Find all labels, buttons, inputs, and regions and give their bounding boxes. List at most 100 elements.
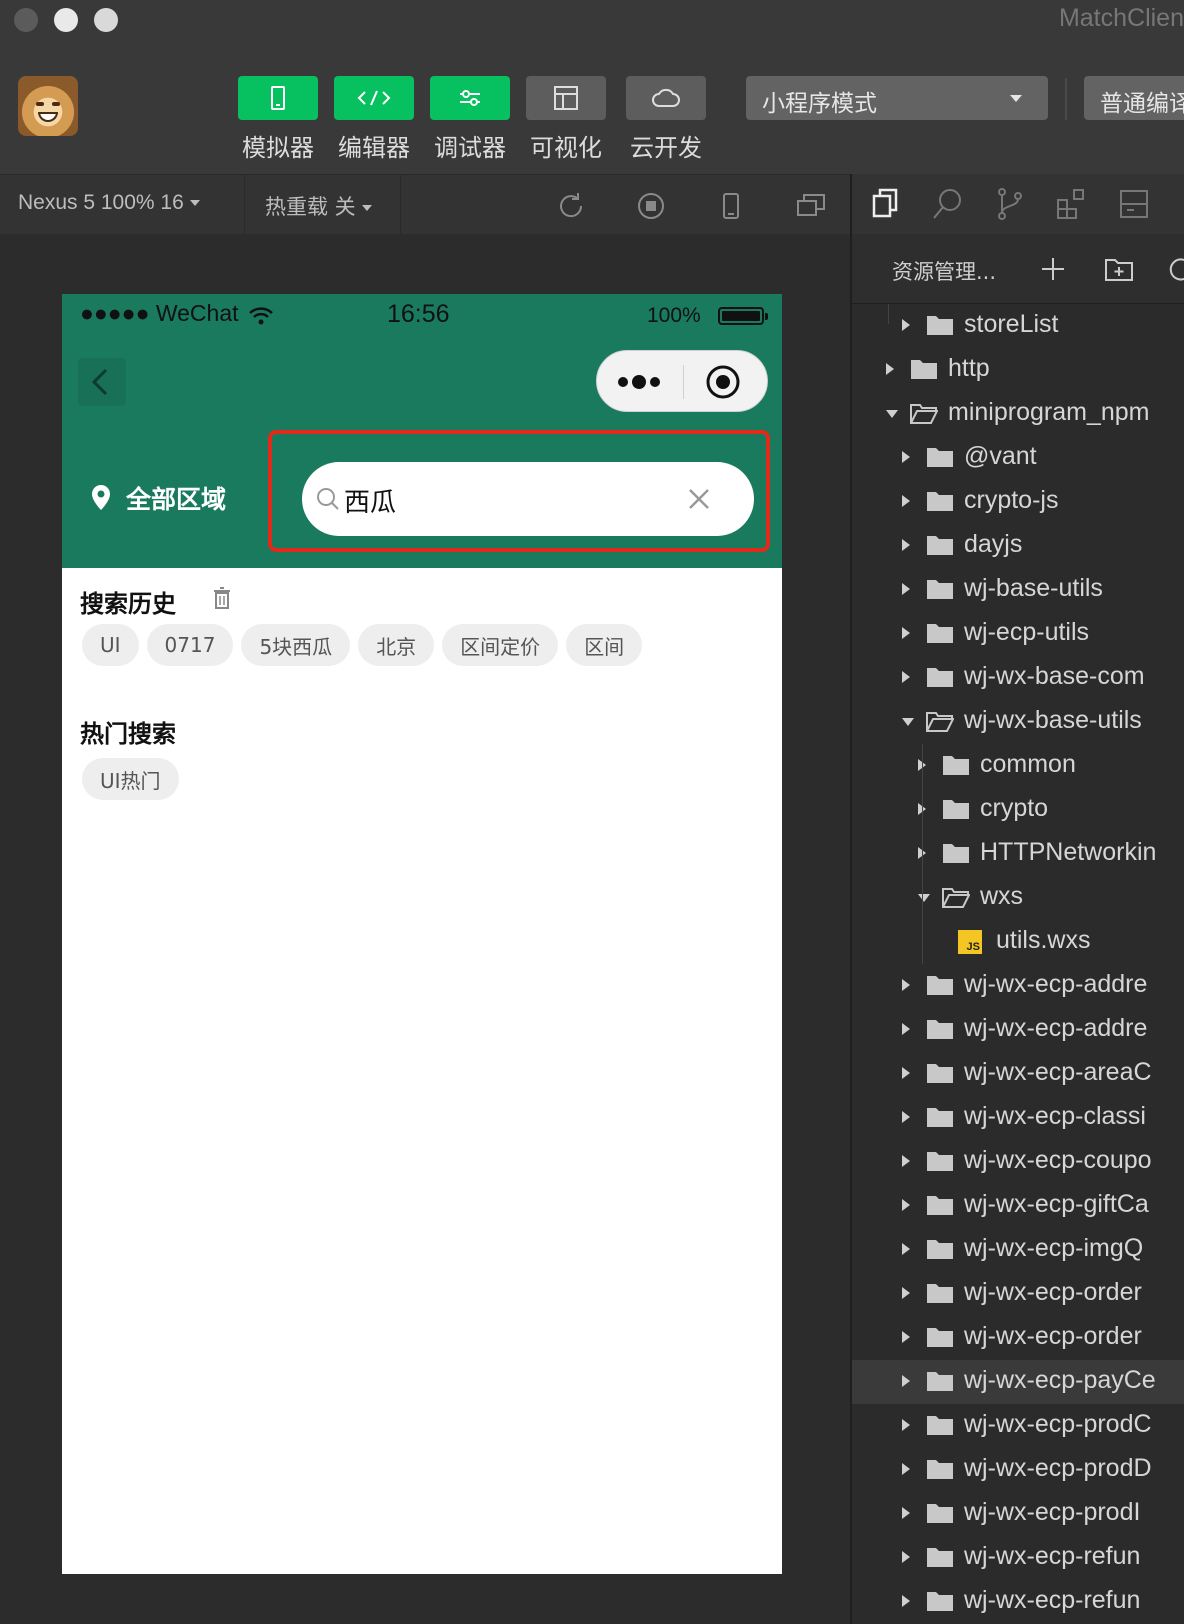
- window-title: MatchClien: [1058, 4, 1184, 32]
- chevron-right-icon[interactable]: [902, 1111, 910, 1123]
- history-chip[interactable]: 北京: [358, 624, 435, 666]
- user-avatar[interactable]: [18, 76, 78, 136]
- close-window-button[interactable]: [14, 8, 38, 32]
- history-chip[interactable]: 0717: [146, 624, 234, 666]
- close-miniprogram-icon[interactable]: [705, 364, 741, 400]
- chevron-right-icon[interactable]: [902, 583, 910, 595]
- chevron-right-icon[interactable]: [902, 1287, 910, 1299]
- title-toolbar: MatchClien 模拟器 编辑器 调试器 可视化 云开发 小程序模式 普通编…: [0, 0, 1184, 174]
- chevron-right-icon[interactable]: [902, 539, 910, 551]
- tree-folder-row[interactable]: wj-ecp-utils: [852, 612, 1184, 656]
- tree-folder-row[interactable]: wj-wx-ecp-refun: [852, 1580, 1184, 1624]
- tree-folder-row[interactable]: storeList: [852, 304, 1184, 348]
- tree-file-row[interactable]: JS utils.wxs: [852, 920, 1184, 964]
- minimize-window-button[interactable]: [54, 8, 78, 32]
- chevron-right-icon[interactable]: [902, 671, 910, 683]
- history-chip[interactable]: 区间定价: [442, 624, 559, 666]
- chevron-right-icon[interactable]: [902, 1199, 910, 1211]
- history-chip[interactable]: 区间: [566, 624, 643, 666]
- stop-icon[interactable]: [634, 189, 668, 223]
- tree-folder-row[interactable]: wj-wx-ecp-refun: [852, 1536, 1184, 1580]
- chevron-right-icon[interactable]: [902, 1595, 910, 1607]
- tree-folder-row[interactable]: HTTPNetworkin: [852, 832, 1184, 876]
- add-file-icon[interactable]: [1040, 256, 1066, 282]
- device-preview-icon[interactable]: [714, 189, 748, 223]
- location-pin-icon: [92, 485, 110, 510]
- refresh-icon[interactable]: [554, 189, 588, 223]
- chevron-right-icon[interactable]: [902, 1331, 910, 1343]
- tree-folder-row[interactable]: dayjs: [852, 524, 1184, 568]
- tree-folder-row[interactable]: wj-wx-ecp-classi: [852, 1096, 1184, 1140]
- chevron-down-icon[interactable]: [902, 718, 914, 726]
- compile-select[interactable]: 普通编译: [1084, 76, 1184, 120]
- chevron-right-icon[interactable]: [902, 1551, 910, 1563]
- chevron-right-icon[interactable]: [902, 1067, 910, 1079]
- editor-toggle-button[interactable]: [334, 76, 414, 120]
- refresh-icon[interactable]: [1168, 256, 1184, 282]
- chevron-right-icon[interactable]: [902, 1463, 910, 1475]
- tree-folder-row[interactable]: http: [852, 348, 1184, 392]
- add-folder-icon[interactable]: [1104, 256, 1134, 282]
- tree-folder-row[interactable]: wj-wx-base-utils: [852, 700, 1184, 744]
- tree-folder-row[interactable]: wj-wx-ecp-prodD: [852, 1448, 1184, 1492]
- chevron-right-icon[interactable]: [902, 319, 910, 331]
- files-icon[interactable]: [868, 186, 904, 222]
- chevron-right-icon[interactable]: [902, 627, 910, 639]
- tree-folder-row[interactable]: wj-wx-ecp-prodI: [852, 1492, 1184, 1536]
- mode-select[interactable]: 小程序模式: [746, 76, 1048, 120]
- folder-open-icon: [910, 404, 938, 424]
- chevron-down-icon[interactable]: [918, 894, 930, 902]
- tree-folder-row[interactable]: wj-wx-ecp-order: [852, 1272, 1184, 1316]
- chevron-right-icon[interactable]: [902, 451, 910, 463]
- chevron-down-icon[interactable]: [886, 410, 898, 418]
- chevron-right-icon[interactable]: [902, 979, 910, 991]
- chevron-right-icon[interactable]: [902, 1023, 910, 1035]
- tree-folder-row[interactable]: crypto: [852, 788, 1184, 832]
- extensions-icon[interactable]: [1054, 186, 1090, 222]
- git-branch-icon[interactable]: [992, 186, 1028, 222]
- chevron-right-icon[interactable]: [902, 1243, 910, 1255]
- chevron-right-icon[interactable]: [902, 1155, 910, 1167]
- tree-folder-row[interactable]: miniprogram_npm: [852, 392, 1184, 436]
- tree-folder-row[interactable]: wj-wx-ecp-areaC: [852, 1052, 1184, 1096]
- tree-folder-row[interactable]: common: [852, 744, 1184, 788]
- tree-folder-row[interactable]: wj-base-utils: [852, 568, 1184, 612]
- chevron-right-icon[interactable]: [902, 1507, 910, 1519]
- hot-search-chip[interactable]: UI热门: [82, 758, 179, 800]
- hot-reload-select[interactable]: 热重载 关: [265, 191, 372, 221]
- chevron-right-icon[interactable]: [902, 495, 910, 507]
- trash-icon[interactable]: [212, 586, 232, 610]
- indent-guide: [888, 304, 889, 324]
- history-chip[interactable]: UI: [82, 624, 139, 666]
- back-button[interactable]: [78, 358, 126, 406]
- storage-icon[interactable]: [1116, 186, 1152, 222]
- cloud-toggle-button[interactable]: [626, 76, 706, 120]
- search-icon[interactable]: [930, 186, 966, 222]
- debugger-toggle-button[interactable]: [430, 76, 510, 120]
- zoom-window-button[interactable]: [94, 8, 118, 32]
- tree-folder-row[interactable]: wj-wx-ecp-coupo: [852, 1140, 1184, 1184]
- tree-folder-row[interactable]: wj-wx-ecp-payCe: [852, 1360, 1184, 1404]
- region-selector[interactable]: 全部区域: [90, 480, 226, 516]
- toolbar-divider: [1065, 78, 1067, 120]
- tree-item-label: @vant: [964, 442, 1037, 470]
- chevron-right-icon[interactable]: [902, 1375, 910, 1387]
- chevron-right-icon[interactable]: [902, 1419, 910, 1431]
- tree-folder-row[interactable]: wj-wx-ecp-imgQ: [852, 1228, 1184, 1272]
- visual-toggle-button[interactable]: [526, 76, 606, 120]
- tree-folder-row[interactable]: @vant: [852, 436, 1184, 480]
- chevron-right-icon[interactable]: [886, 363, 894, 375]
- device-select[interactable]: Nexus 5 100% 16: [18, 191, 200, 215]
- more-icon[interactable]: [617, 371, 665, 393]
- simulator-toggle-button[interactable]: [238, 76, 318, 120]
- tree-folder-row[interactable]: wxs: [852, 876, 1184, 920]
- history-chip[interactable]: 5块西瓜: [241, 624, 351, 666]
- tree-folder-row[interactable]: wj-wx-ecp-giftCa: [852, 1184, 1184, 1228]
- tree-folder-row[interactable]: wj-wx-ecp-prodC: [852, 1404, 1184, 1448]
- tree-folder-row[interactable]: wj-wx-ecp-addre: [852, 1008, 1184, 1052]
- tree-folder-row[interactable]: wj-wx-ecp-order: [852, 1316, 1184, 1360]
- detach-window-icon[interactable]: [794, 189, 828, 223]
- tree-folder-row[interactable]: wj-wx-base-com: [852, 656, 1184, 700]
- tree-folder-row[interactable]: crypto-js: [852, 480, 1184, 524]
- tree-folder-row[interactable]: wj-wx-ecp-addre: [852, 964, 1184, 1008]
